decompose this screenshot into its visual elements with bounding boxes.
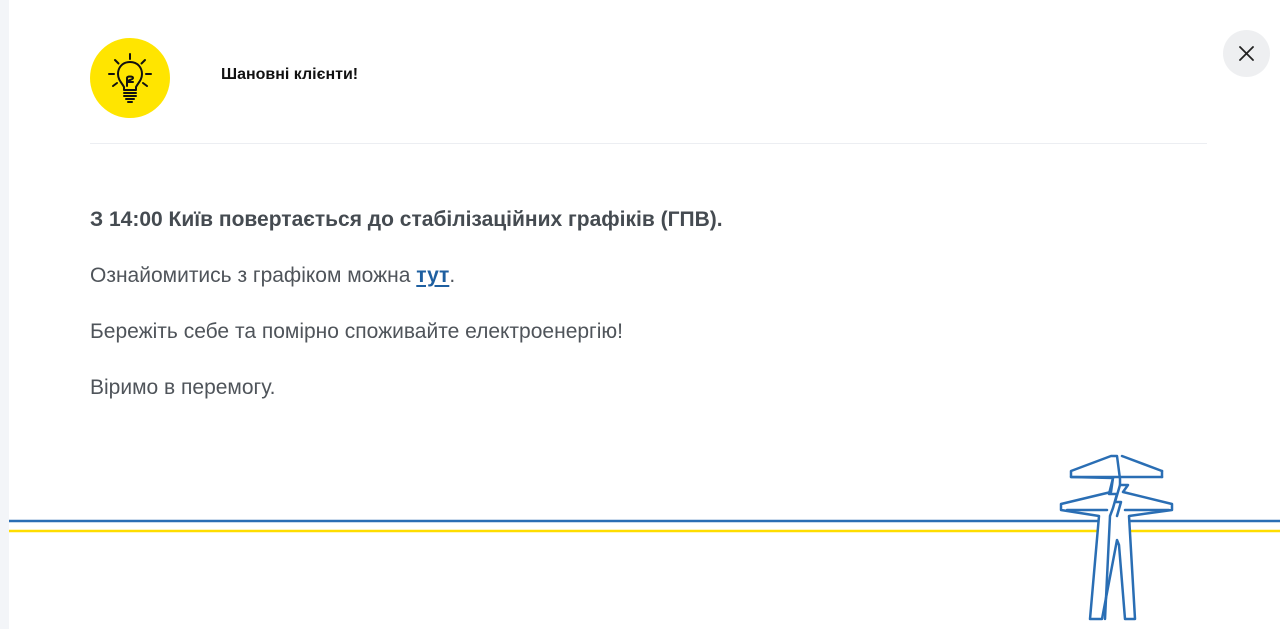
- schedule-prefix: Ознайомитись з графіком можна: [90, 264, 417, 287]
- power-line-decoration: [9, 454, 1280, 621]
- modal-body: З 14:00 Київ повертається до стабілізаці…: [90, 205, 1207, 429]
- modal-title: Шановні клієнти!: [221, 66, 359, 83]
- power-tower-icon: [1059, 454, 1174, 621]
- closing-text: Віримо в перемогу.: [90, 376, 276, 399]
- lightbulb-badge: [90, 38, 170, 118]
- advice-text: Бережіть себе та помірно споживайте елек…: [90, 320, 623, 343]
- schedule-text: Ознайомитись з графіком можна тут.: [90, 261, 1207, 290]
- schedule-suffix: .: [449, 264, 456, 287]
- lead-text: З 14:00 Київ повертається до стабілізаці…: [90, 208, 723, 231]
- close-button[interactable]: [1223, 30, 1270, 77]
- announcement-modal: Шановні клієнти! З 14:00 Київ повертаєть…: [9, 0, 1280, 629]
- schedule-link[interactable]: тут: [416, 264, 449, 287]
- modal-header: Шановні клієнти!: [90, 0, 1270, 144]
- lightbulb-icon: [108, 53, 152, 103]
- close-icon: [1239, 46, 1254, 61]
